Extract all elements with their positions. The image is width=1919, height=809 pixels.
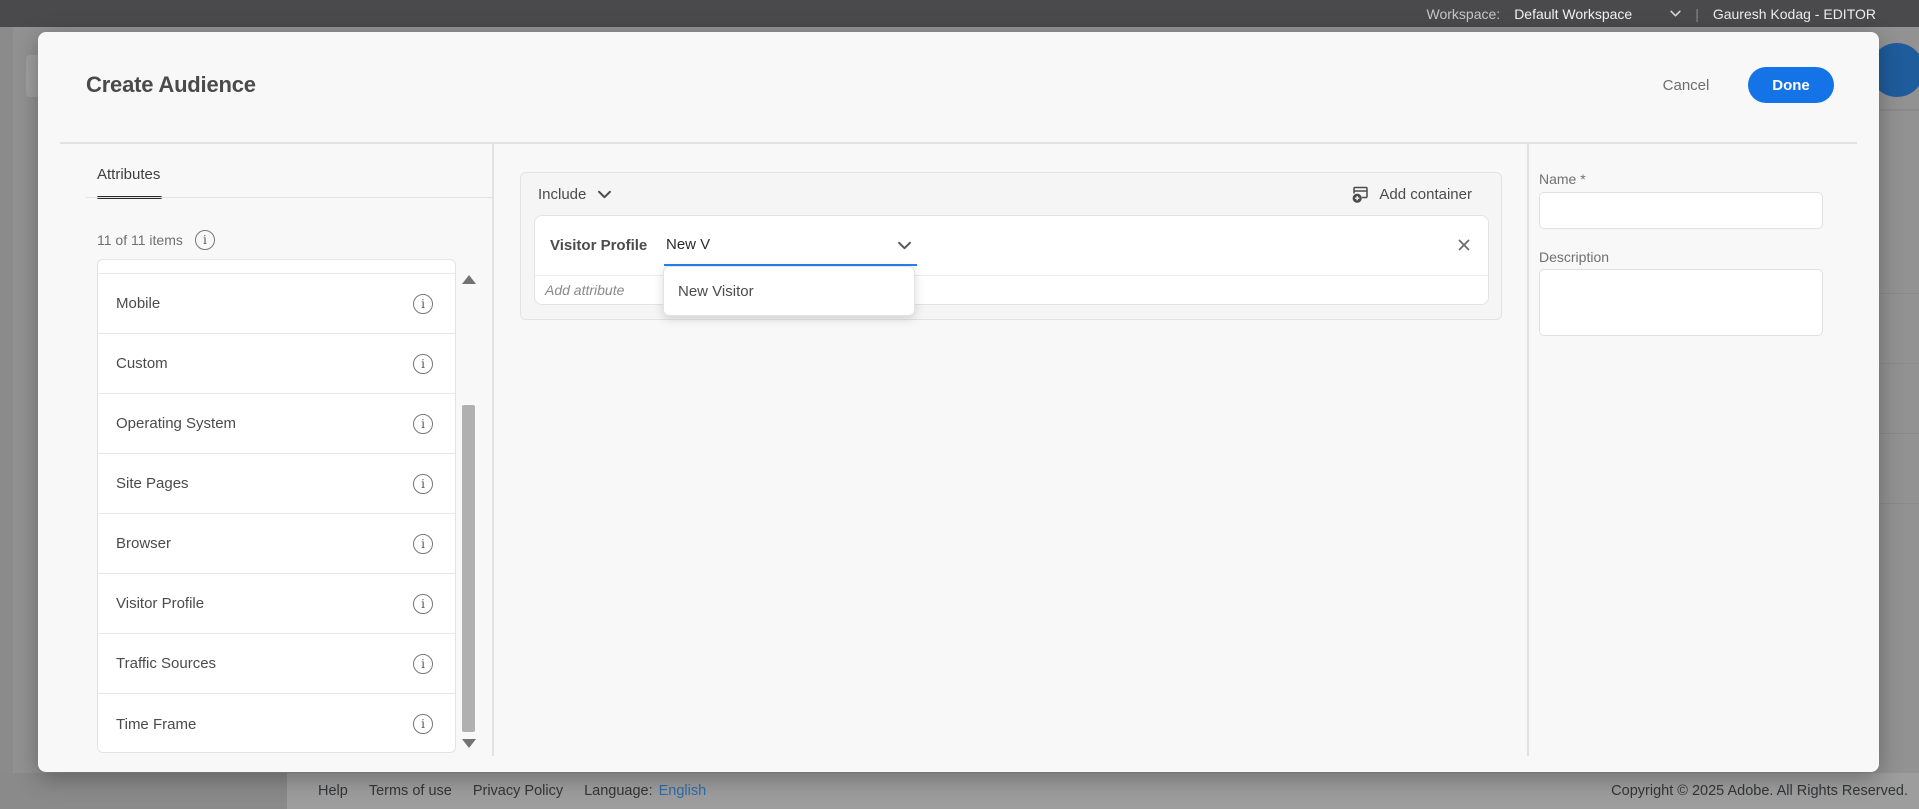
language-label: Language:: [584, 783, 653, 799]
remove-attribute-button[interactable]: [1456, 238, 1472, 254]
background-table-line: [1879, 363, 1919, 364]
info-icon[interactable]: i: [194, 230, 215, 250]
info-icon[interactable]: i: [413, 714, 433, 734]
close-icon: [1458, 239, 1470, 251]
background-table-line: [1879, 109, 1919, 111]
attributes-list: Mobile i Custom i Operating System i Sit…: [97, 259, 456, 753]
scroll-up-icon[interactable]: [462, 275, 476, 284]
info-icon[interactable]: i: [413, 413, 433, 434]
scrollbar-thumb[interactable]: [462, 405, 475, 732]
info-icon[interactable]: i: [413, 293, 433, 314]
workspace-value: Default Workspace: [1514, 5, 1633, 22]
background-table-line: [1879, 293, 1919, 294]
add-container-label: Add container: [1379, 185, 1472, 203]
list-item-label: Custom: [116, 355, 168, 372]
copyright-text: Copyright © 2025 Adobe. All Rights Reser…: [1611, 783, 1908, 799]
page-footer: Help Terms of use Privacy Policy Languag…: [0, 773, 1919, 809]
list-item-label: Browser: [116, 535, 172, 552]
list-item-site-pages[interactable]: Site Pages i: [98, 454, 455, 514]
help-link[interactable]: Help: [318, 783, 348, 799]
list-item-label: Visitor Profile: [116, 595, 205, 612]
user-role-label: Gauresh Kodag - EDITOR: [1712, 5, 1876, 22]
list-item-browser[interactable]: Browser i: [98, 514, 455, 574]
cancel-button[interactable]: Cancel: [1644, 68, 1728, 102]
background-table-line: [1879, 433, 1919, 434]
chevron-down-icon[interactable]: [898, 241, 911, 250]
app-topbar: Workspace: Default Workspace | Gauresh K…: [0, 0, 1919, 27]
combobox-value: New V: [666, 236, 711, 253]
done-button[interactable]: Done: [1748, 67, 1834, 103]
workspace-label: Workspace:: [1426, 5, 1501, 22]
option-new-visitor[interactable]: New Visitor: [664, 267, 914, 315]
sidebar-divider: [492, 144, 494, 756]
description-field[interactable]: [1539, 269, 1823, 336]
details-divider: [1527, 144, 1529, 756]
tab-attributes[interactable]: Attributes: [97, 166, 160, 183]
info-icon[interactable]: i: [413, 353, 433, 374]
add-container-icon: [1353, 186, 1369, 203]
tabs-divider: [86, 197, 492, 198]
create-audience-dialog: Create Audience Cancel Done Attributes 1…: [38, 32, 1879, 772]
add-container-button[interactable]: Add container: [1351, 180, 1472, 208]
language-link[interactable]: English: [659, 783, 707, 799]
header-divider: [60, 142, 1857, 144]
list-item-label: Site Pages: [116, 475, 189, 492]
name-field[interactable]: [1539, 192, 1823, 229]
chevron-down-icon: [598, 190, 612, 198]
list-item-visitor-profile[interactable]: Visitor Profile i: [98, 574, 455, 634]
items-count-label: 11 of 11 items: [97, 232, 183, 248]
list-item-mobile[interactable]: Mobile i: [98, 274, 455, 334]
list-item-traffic-sources[interactable]: Traffic Sources i: [98, 634, 455, 694]
info-icon[interactable]: i: [413, 473, 433, 494]
language-row: Language: English: [584, 783, 706, 799]
list-item-custom[interactable]: Custom i: [98, 334, 455, 394]
info-icon[interactable]: i: [413, 533, 433, 554]
attribute-value-combobox[interactable]: New V: [664, 228, 917, 266]
add-attribute-button[interactable]: Add attribute: [545, 282, 624, 298]
combobox-popup: New Visitor: [663, 266, 915, 316]
info-icon[interactable]: i: [413, 593, 433, 614]
attribute-name-label: Visitor Profile: [550, 237, 648, 254]
workspace-dropdown[interactable]: Default Workspace: [1514, 6, 1681, 22]
terms-link[interactable]: Terms of use: [369, 783, 452, 799]
list-item-label: Traffic Sources: [116, 655, 217, 672]
list-item-label: Operating System: [116, 415, 237, 432]
description-label: Description: [1539, 249, 1610, 265]
info-icon[interactable]: i: [413, 653, 433, 674]
background-table-line: [1879, 503, 1919, 504]
footer-sidebar-area: [0, 773, 287, 809]
include-label: Include: [538, 185, 587, 203]
list-item-time-frame[interactable]: Time Frame i: [98, 694, 455, 752]
chevron-down-icon: [1670, 10, 1681, 17]
list-item-partial: [98, 260, 455, 274]
page-title: Create Audience: [86, 72, 256, 97]
scroll-down-icon[interactable]: [462, 739, 476, 748]
list-item-operating-system[interactable]: Operating System i: [98, 394, 455, 454]
privacy-link[interactable]: Privacy Policy: [473, 783, 563, 799]
topbar-divider: |: [1695, 5, 1699, 22]
list-item-label: Time Frame: [116, 715, 197, 733]
screen: Workspace: Default Workspace | Gauresh K…: [0, 0, 1919, 809]
list-item-label: Mobile: [116, 295, 161, 312]
include-dropdown[interactable]: Include: [538, 181, 612, 207]
footer-links: Help Terms of use Privacy Policy Languag…: [318, 773, 706, 809]
background-left-rail: [0, 27, 13, 773]
name-label: Name *: [1539, 171, 1586, 187]
items-count-row: 11 of 11 items i: [97, 230, 215, 250]
